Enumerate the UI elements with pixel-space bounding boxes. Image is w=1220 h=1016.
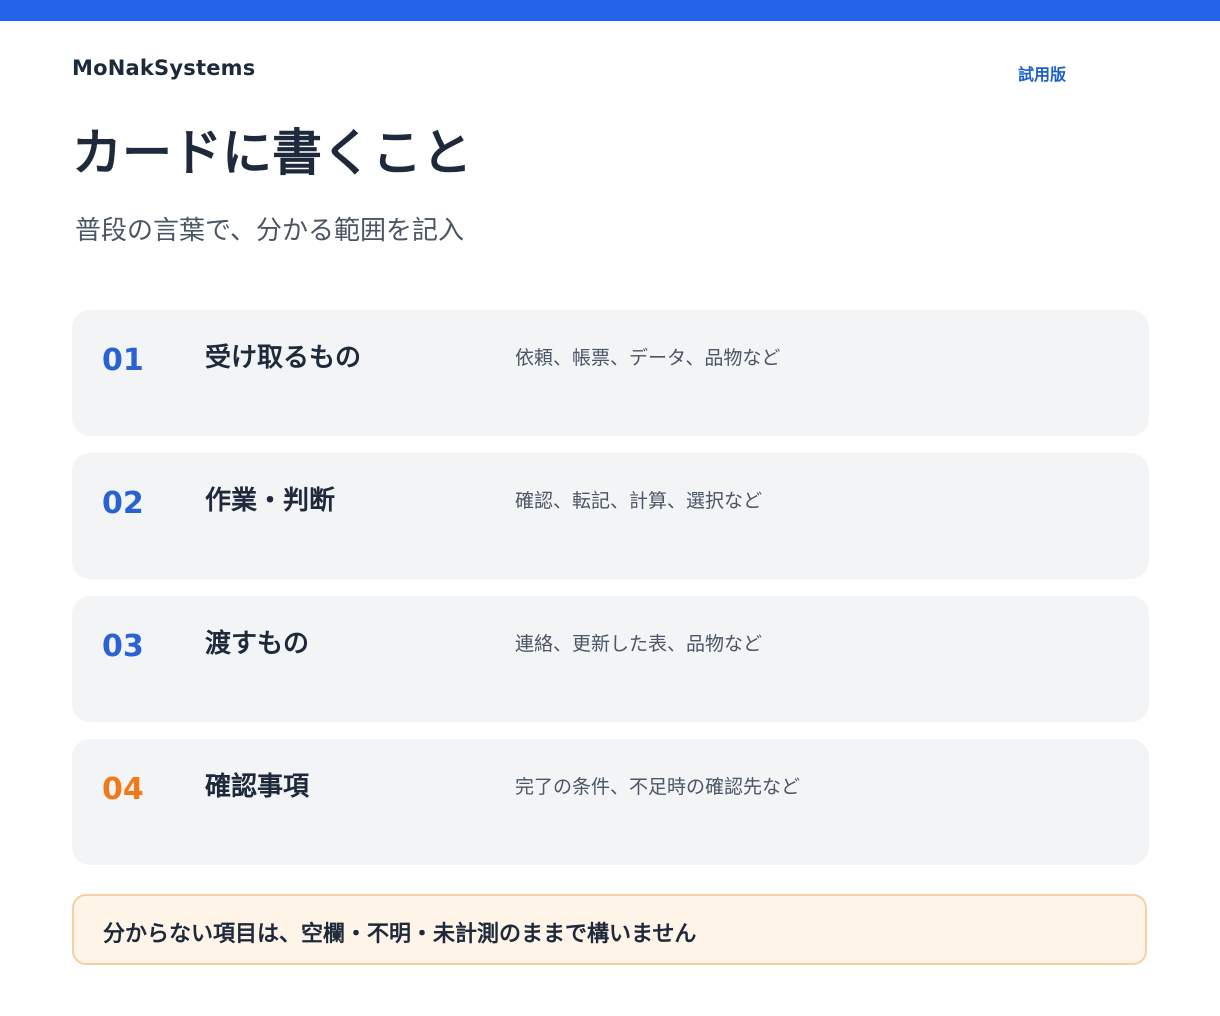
card-description: 完了の条件、不足時の確認先など <box>515 776 801 798</box>
note-box: 分からない項目は、空欄・不明・未計測のままで構いません <box>72 894 1147 965</box>
note-text: 分からない項目は、空欄・不明・未計測のままで構いません <box>103 922 697 947</box>
page-subtitle: 普段の言葉で、分かる範囲を記入 <box>75 216 464 246</box>
card-number: 01 <box>102 343 144 378</box>
card-description: 連絡、更新した表、品物など <box>515 633 763 655</box>
card-heading: 確認事項 <box>205 772 310 802</box>
card-check: 04 確認事項 完了の条件、不足時の確認先など <box>72 739 1149 865</box>
card-heading: 受け取るもの <box>205 343 362 373</box>
card-number: 03 <box>102 629 144 664</box>
card-heading: 作業・判断 <box>205 486 336 516</box>
card-number: 04 <box>102 772 144 807</box>
page-title: カードに書くこと <box>72 124 472 182</box>
card-heading: 渡すもの <box>205 629 310 659</box>
top-accent-bar <box>0 0 1220 21</box>
card-number: 02 <box>102 486 144 521</box>
card-receive: 01 受け取るもの 依頼、帳票、データ、品物など <box>72 310 1149 436</box>
card-description: 依頼、帳票、データ、品物など <box>515 347 781 369</box>
card-description: 確認、転記、計算、選択など <box>515 490 763 512</box>
card-deliver: 03 渡すもの 連絡、更新した表、品物など <box>72 596 1149 722</box>
trial-badge: 試用版 <box>1018 65 1067 84</box>
card-work: 02 作業・判断 確認、転記、計算、選択など <box>72 453 1149 579</box>
brand-logo: MoNakSystems <box>72 56 256 80</box>
